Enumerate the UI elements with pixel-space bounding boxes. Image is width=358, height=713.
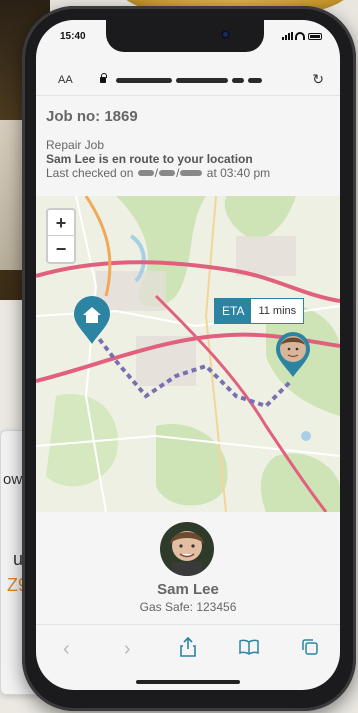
- browser-toolbar: ‹ ›: [36, 624, 340, 674]
- tracking-map[interactable]: + − ETA 11 mins: [36, 196, 340, 512]
- battery-icon: [308, 32, 322, 40]
- url-redacted: [248, 78, 262, 83]
- date-redacted: [159, 170, 176, 176]
- eta-value: 11 mins: [258, 305, 297, 317]
- eta-badge: ETA 11 mins: [214, 298, 305, 324]
- reload-icon[interactable]: ↻: [312, 71, 324, 88]
- home-marker-icon[interactable]: [72, 296, 112, 346]
- date-redacted: [137, 170, 154, 176]
- engineer-marker-icon[interactable]: [274, 331, 312, 379]
- share-icon[interactable]: [168, 636, 208, 663]
- text-size-button[interactable]: AA: [58, 74, 73, 86]
- zoom-out-button[interactable]: −: [48, 236, 74, 262]
- wifi-icon: [295, 32, 305, 40]
- notification-text: ow: [3, 471, 23, 488]
- zoom-control: + −: [46, 208, 76, 264]
- job-status: Sam Lee is en route to your location: [46, 152, 253, 166]
- eta-label: ETA: [215, 299, 252, 323]
- status-icons: [282, 32, 322, 40]
- gas-safe-number: Gas Safe: 123456: [139, 600, 237, 614]
- lock-icon: [100, 73, 107, 83]
- chevron-right-icon[interactable]: ›: [107, 638, 147, 661]
- chevron-left-icon[interactable]: ‹: [46, 638, 86, 661]
- url-redacted: [176, 78, 228, 83]
- status-time: 15:40: [60, 31, 86, 42]
- last-checked: Last checked on / / at 03:40 pm: [46, 166, 271, 180]
- phone-frame: 15:40 AA ↻ Job no: 1869 Repair Job Sam L…: [22, 6, 356, 711]
- signal-icon: [282, 32, 293, 40]
- home-indicator[interactable]: [136, 680, 240, 684]
- last-checked-label: Last checked on: [46, 166, 134, 180]
- zoom-in-button[interactable]: +: [48, 210, 74, 236]
- date-redacted: [180, 170, 203, 176]
- url-redacted: [232, 78, 244, 83]
- phone-notch: [106, 20, 264, 52]
- engineer-name: Sam Lee: [157, 581, 219, 598]
- page-title: Job no: 1869: [46, 108, 138, 125]
- phone-screen: 15:40 AA ↻ Job no: 1869 Repair Job Sam L…: [36, 20, 340, 690]
- camera-icon: [221, 30, 230, 39]
- engineer-card: Sam Lee Gas Safe: 123456: [36, 512, 340, 622]
- book-icon[interactable]: [229, 638, 269, 661]
- browser-address-bar[interactable]: AA ↻: [36, 66, 340, 96]
- last-checked-time: at 03:40 pm: [206, 166, 271, 180]
- job-type: Repair Job: [46, 138, 105, 152]
- tabs-icon[interactable]: [290, 638, 330, 662]
- job-details: Job no: 1869 Repair Job Sam Lee is en ro…: [46, 108, 336, 180]
- engineer-photo: [160, 522, 214, 576]
- avatar: [160, 522, 214, 576]
- url-redacted: [116, 78, 172, 83]
